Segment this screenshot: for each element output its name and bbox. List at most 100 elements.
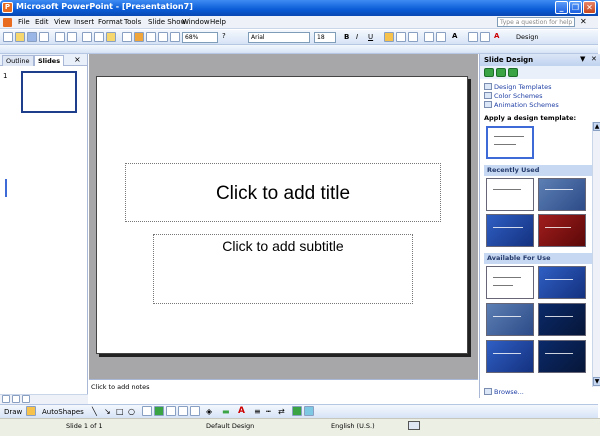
clipart-icon[interactable] [178,406,188,416]
diagram-icon[interactable] [166,406,176,416]
picture-icon[interactable] [190,406,200,416]
task-pane-dropdown-icon[interactable]: ▼ [580,55,585,63]
draw-font-color-icon[interactable]: A [238,406,245,416]
arrow-icon[interactable]: ↘ [104,407,111,416]
template-default[interactable] [486,126,534,159]
wordart-icon[interactable] [154,406,164,416]
powerpoint-icon[interactable]: P [2,2,13,13]
new-icon[interactable] [3,32,13,42]
copy-icon[interactable] [94,32,104,42]
numbering-icon[interactable] [424,32,434,42]
task-pane-scrollbar[interactable]: ▲ ▼ [592,122,600,387]
slide-thumbnail[interactable] [21,71,77,113]
italic-button[interactable]: I [356,33,358,41]
design-button[interactable]: Design [516,33,538,41]
menu-format[interactable]: Format [98,18,123,26]
undo-icon[interactable] [122,32,132,42]
scroll-down-icon[interactable]: ▼ [593,377,600,386]
menu-insert[interactable]: Insert [74,18,94,26]
align-center-icon[interactable] [396,32,406,42]
template-available-6[interactable] [538,340,586,373]
template-recent-4[interactable] [538,214,586,247]
maximize-button[interactable]: ❐ [569,1,582,14]
bullets-icon[interactable] [436,32,446,42]
menu-window[interactable]: Window [182,18,210,26]
shadow-icon[interactable] [292,406,302,416]
title-placeholder[interactable]: Click to add title [125,163,441,222]
help-icon[interactable]: ? [222,32,232,42]
3d-icon[interactable] [304,406,314,416]
textbox-icon[interactable] [142,406,152,416]
menu-slide-show[interactable]: Slide Show [148,18,186,26]
close-document-icon[interactable]: ✕ [580,17,587,26]
align-right-icon[interactable] [408,32,418,42]
cut-icon[interactable] [82,32,92,42]
arrow-style-icon[interactable]: ⇄ [278,407,285,416]
font-size-select[interactable]: 18 [314,32,336,43]
menu-view[interactable]: View [54,18,71,26]
increase-indent-icon[interactable] [480,32,490,42]
template-recent-1[interactable] [486,178,534,211]
back-icon[interactable] [484,68,494,77]
underline-button[interactable]: U [368,33,373,41]
autoshapes-menu[interactable]: AutoShapes [42,408,84,416]
menu-help[interactable]: Help [210,18,226,26]
help-search-input[interactable]: Type a question for help [497,17,575,27]
template-recent-2[interactable] [538,178,586,211]
template-available-5[interactable] [486,340,534,373]
permission-icon[interactable] [39,32,49,42]
open-icon[interactable] [15,32,25,42]
minimize-button[interactable]: _ [555,1,568,14]
notes-pane[interactable]: Click to add notes [89,379,478,395]
color-schemes-link[interactable]: Color Schemes [484,92,543,100]
template-available-2[interactable] [538,266,586,299]
template-available-4[interactable] [538,303,586,336]
fill-color-icon[interactable]: ◈ [206,407,212,416]
decrease-indent-icon[interactable] [468,32,478,42]
spelling-icon[interactable] [67,32,77,42]
pane-close-icon[interactable]: × [74,55,81,64]
tab-outline[interactable]: Outline [2,55,34,66]
forward-icon[interactable] [496,68,506,77]
select-objects-icon[interactable] [26,406,36,416]
oval-icon[interactable]: ○ [128,407,135,416]
line-style-icon[interactable]: ≡ [254,407,261,416]
dash-style-icon[interactable]: ┅ [266,407,271,416]
align-left-icon[interactable] [384,32,394,42]
home-icon[interactable] [508,68,518,77]
slide-canvas[interactable]: Click to add title Click to add subtitle [96,76,468,354]
document-icon[interactable] [3,18,12,27]
color-grayscale-icon[interactable] [170,32,180,42]
scroll-up-icon[interactable]: ▲ [593,122,600,131]
template-available-1[interactable] [486,266,534,299]
rectangle-icon[interactable]: □ [116,407,124,416]
animation-schemes-link[interactable]: Animation Schemes [484,101,559,109]
draw-menu[interactable]: Draw [4,408,22,416]
font-select[interactable]: Arial [248,32,310,43]
menu-edit[interactable]: Edit [35,18,49,26]
print-icon[interactable] [55,32,65,42]
font-color-icon[interactable]: A [494,32,504,42]
menu-tools[interactable]: Tools [124,18,141,26]
tab-slides[interactable]: Slides [34,55,65,66]
spelling-status-icon[interactable] [408,421,420,430]
increase-font-icon[interactable]: A [452,32,462,42]
bold-button[interactable]: B [344,33,349,41]
task-pane-close-icon[interactable]: ✕ [591,55,597,63]
chart-icon[interactable] [134,32,144,42]
line-color-icon[interactable]: ▬ [222,407,230,416]
menu-file[interactable]: File [18,18,30,26]
table-icon[interactable] [146,32,156,42]
zoom-select[interactable]: 68% [182,32,218,43]
slide-sorter-icon[interactable] [12,395,20,403]
save-icon[interactable] [27,32,37,42]
subtitle-placeholder[interactable]: Click to add subtitle [153,234,413,304]
template-available-3[interactable] [486,303,534,336]
slideshow-icon[interactable] [22,395,30,403]
normal-view-icon[interactable] [2,395,10,403]
browse-link[interactable]: Browse... [484,388,524,396]
grid-icon[interactable] [158,32,168,42]
paste-icon[interactable] [106,32,116,42]
template-recent-3[interactable] [486,214,534,247]
line-icon[interactable]: ╲ [92,407,97,416]
